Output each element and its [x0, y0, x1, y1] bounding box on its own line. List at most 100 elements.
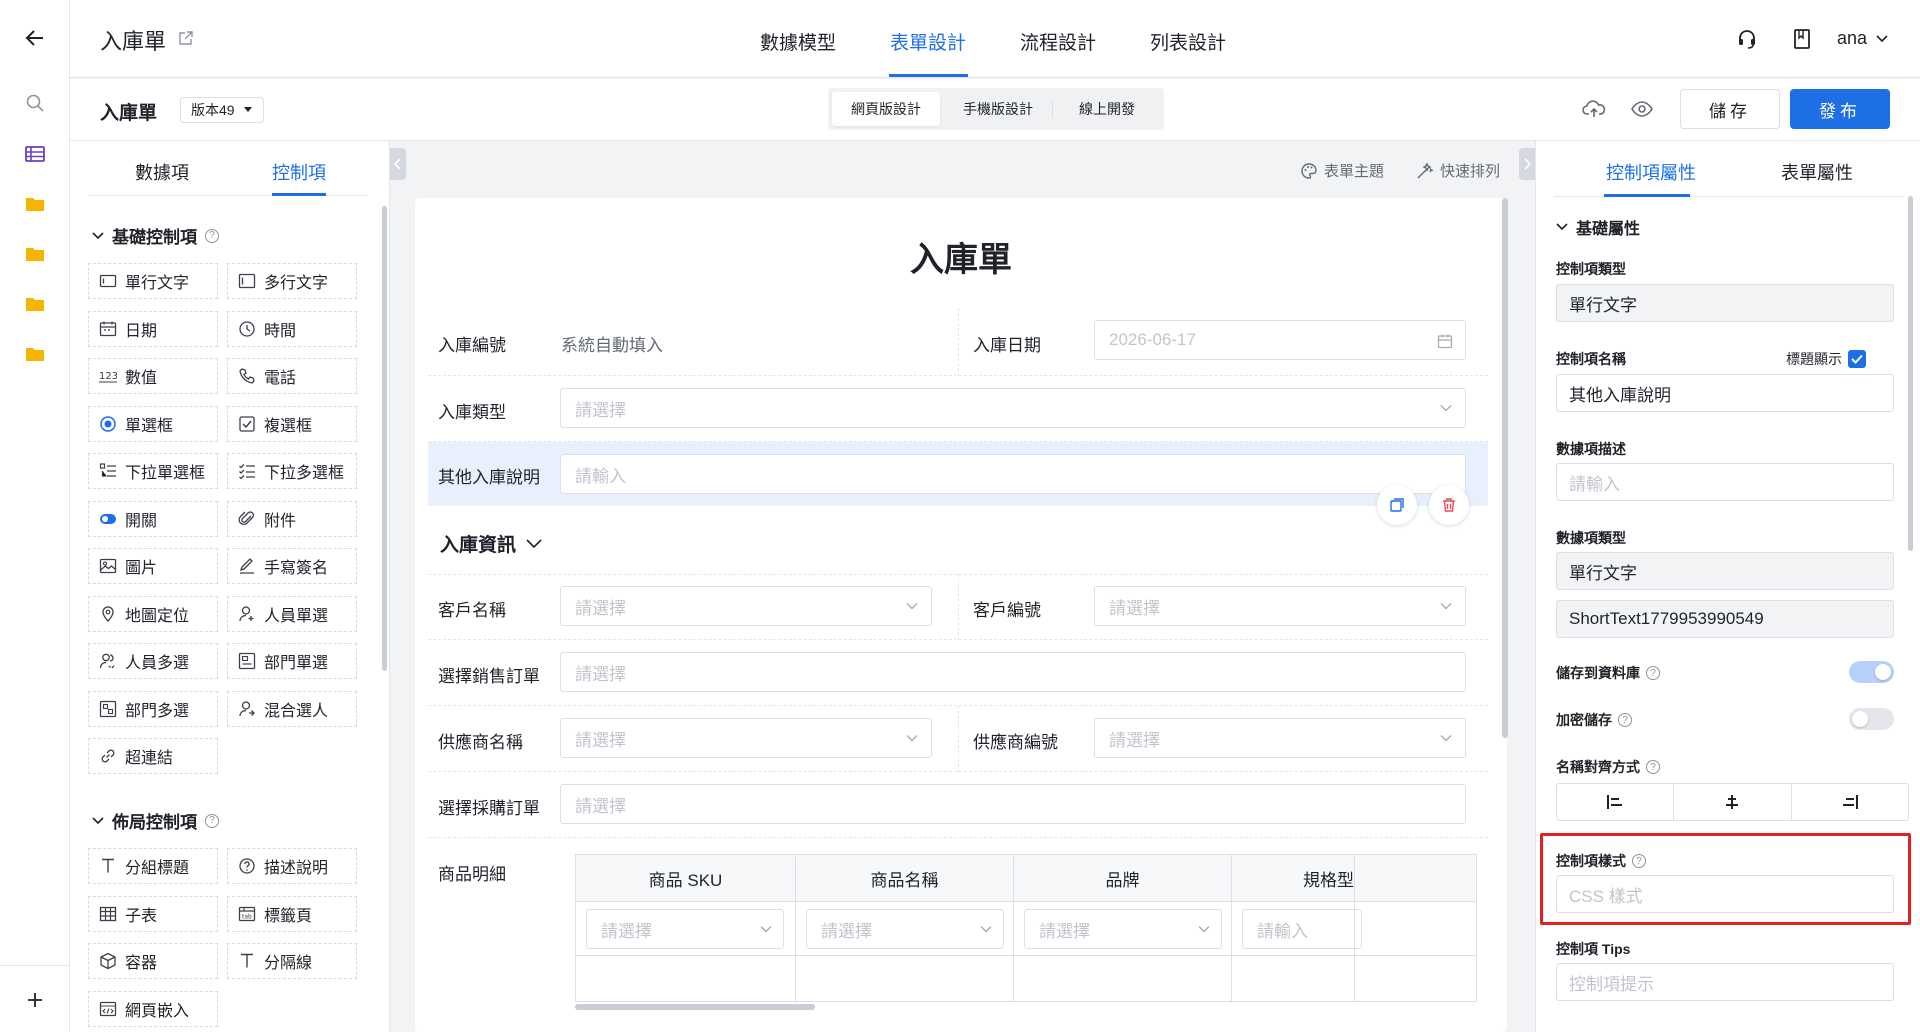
component-item[interactable]: 下拉單選框 — [88, 453, 218, 489]
component-item[interactable]: 人員多選 — [88, 643, 218, 679]
other-desc-input[interactable]: 請輸入 — [560, 454, 1466, 494]
tab-data-items[interactable]: 數據項 — [135, 159, 189, 185]
inbound-type-select[interactable]: 請選擇 — [560, 388, 1466, 428]
component-item[interactable]: 描述說明 — [227, 848, 357, 884]
form-theme-button[interactable]: 表單主題 — [1300, 160, 1384, 181]
help-icon[interactable]: ? — [205, 813, 219, 828]
help-icon[interactable]: ? — [205, 228, 219, 243]
encrypt-switch[interactable] — [1849, 708, 1894, 730]
version-select[interactable]: 版本49 — [180, 97, 264, 123]
component-item[interactable]: 超連結 — [88, 738, 218, 774]
component-item[interactable]: 複選框 — [227, 405, 357, 442]
component-item[interactable]: 時間 — [227, 310, 357, 347]
purchase-order-select[interactable]: 請選擇 — [560, 784, 1466, 824]
brand-select[interactable]: 請選擇 — [1024, 909, 1222, 949]
data-desc-input[interactable]: 請輸入 — [1556, 463, 1894, 501]
selected-field-row[interactable]: 其他入庫說明 請輸入 — [428, 442, 1488, 506]
sku-select[interactable]: 請選擇 — [586, 909, 784, 949]
mode-online-dev[interactable]: 線上開發 — [1054, 92, 1160, 126]
plus-icon[interactable] — [17, 982, 53, 1018]
tab-list-design[interactable]: 列表設計 — [1150, 28, 1226, 55]
scrollbar[interactable] — [1908, 196, 1913, 551]
tips-input[interactable]: 控制項提示 — [1556, 963, 1894, 1001]
collapse-left-button[interactable] — [390, 148, 406, 180]
supplier-no-select[interactable]: 請選擇 — [1094, 718, 1466, 758]
component-item[interactable]: 子表 — [88, 895, 218, 932]
checkbox-checked-icon[interactable] — [1848, 350, 1866, 368]
eye-icon[interactable] — [1630, 98, 1654, 120]
mode-web-design[interactable]: 網頁版設計 — [832, 92, 940, 126]
save-button[interactable]: 儲存 — [1680, 89, 1780, 129]
component-item[interactable]: 電話 — [227, 358, 357, 394]
scrollbar[interactable] — [1502, 198, 1508, 738]
component-item[interactable]: 下拉多選框 — [227, 453, 357, 489]
tab-flow-design[interactable]: 流程設計 — [1020, 28, 1096, 55]
component-item[interactable]: 附件 — [227, 500, 357, 537]
search-icon[interactable] — [17, 85, 53, 121]
component-item[interactable]: 單行文字 — [88, 263, 218, 299]
customer-name-select[interactable]: 請選擇 — [560, 586, 932, 626]
layout-controls-header[interactable]: 佈局控制項 ? — [92, 808, 219, 833]
quick-arrange-button[interactable]: 快速排列 — [1416, 160, 1500, 181]
basic-properties-header[interactable]: 基礎屬性 — [1556, 215, 1640, 239]
component-item[interactable]: 圖片 — [88, 548, 218, 584]
collapse-right-button[interactable] — [1519, 148, 1535, 180]
supplier-name-select[interactable]: 請選擇 — [560, 718, 932, 758]
component-item[interactable]: 手寫簽名 — [227, 548, 357, 584]
component-item[interactable]: 單選框 — [88, 405, 218, 442]
component-item[interactable]: tab 標籤頁 — [227, 895, 357, 932]
align-right-button[interactable] — [1792, 784, 1908, 820]
date-input[interactable]: 2026-06-17 — [1094, 320, 1466, 360]
scrollbar[interactable] — [382, 206, 387, 671]
component-item[interactable]: 123 數值 — [88, 358, 218, 394]
user-menu[interactable]: ana — [1837, 28, 1889, 49]
delete-field-button[interactable] — [1429, 485, 1469, 525]
component-item[interactable]: 分組標題 — [88, 848, 218, 884]
component-item[interactable]: 地圖定位 — [88, 595, 218, 632]
tab-form-properties[interactable]: 表單屬性 — [1781, 159, 1853, 185]
help-icon[interactable]: ? — [1618, 713, 1632, 727]
component-item[interactable]: 混合選人 — [227, 690, 357, 727]
group-title[interactable]: 入庫資訊 — [440, 530, 542, 557]
cloud-upload-icon[interactable] — [1582, 98, 1606, 120]
customer-no-select[interactable]: 請選擇 — [1094, 586, 1466, 626]
help-icon[interactable]: ? — [1646, 666, 1660, 680]
back-arrow-icon[interactable] — [17, 20, 53, 56]
tab-data-model[interactable]: 數據模型 — [760, 28, 836, 55]
tab-controls[interactable]: 控制項 — [272, 159, 326, 185]
component-item[interactable]: 開關 — [88, 500, 218, 537]
align-left-button[interactable] — [1557, 784, 1675, 820]
css-style-input[interactable]: CSS 樣式 — [1556, 875, 1894, 913]
headset-icon[interactable] — [1736, 28, 1758, 50]
book-icon[interactable] — [1792, 28, 1812, 50]
component-item[interactable]: 分隔線 — [227, 943, 357, 979]
component-item[interactable]: 人員單選 — [227, 595, 357, 632]
title-display-toggle[interactable]: 標題顯示 — [1786, 349, 1866, 369]
help-icon[interactable]: ? — [1632, 854, 1646, 868]
horizontal-scrollbar[interactable] — [575, 1004, 815, 1010]
tab-control-properties[interactable]: 控制項屬性 — [1606, 159, 1696, 185]
help-icon[interactable]: ? — [1646, 760, 1660, 774]
mode-mobile-design[interactable]: 手機版設計 — [944, 92, 1052, 126]
component-item[interactable]: 網頁嵌入 — [88, 990, 218, 1027]
component-item[interactable]: 部門單選 — [227, 643, 357, 679]
product-name-select[interactable]: 請選擇 — [806, 909, 1004, 949]
folder-icon[interactable] — [17, 186, 53, 222]
tab-form-design[interactable]: 表單設計 — [890, 28, 966, 55]
component-item[interactable]: 部門多選 — [88, 690, 218, 727]
basic-controls-header[interactable]: 基礎控制項 ? — [92, 223, 219, 248]
copy-field-button[interactable] — [1377, 485, 1417, 525]
control-name-input[interactable]: 其他入庫說明 — [1556, 374, 1894, 412]
publish-button[interactable]: 發布 — [1790, 89, 1890, 129]
form-list-icon[interactable] — [17, 136, 53, 172]
spec-input[interactable]: 請輸入 — [1242, 909, 1362, 949]
component-item[interactable]: 容器 — [88, 943, 218, 979]
folder-icon[interactable] — [17, 236, 53, 272]
sales-order-select[interactable]: 請選擇 — [560, 652, 1466, 692]
external-link-icon[interactable] — [178, 30, 194, 46]
save-db-switch[interactable] — [1849, 661, 1894, 683]
align-center-button[interactable] — [1674, 784, 1792, 820]
folder-icon[interactable] — [17, 336, 53, 372]
component-item[interactable]: 日期 — [88, 310, 218, 347]
folder-icon[interactable] — [17, 286, 53, 322]
